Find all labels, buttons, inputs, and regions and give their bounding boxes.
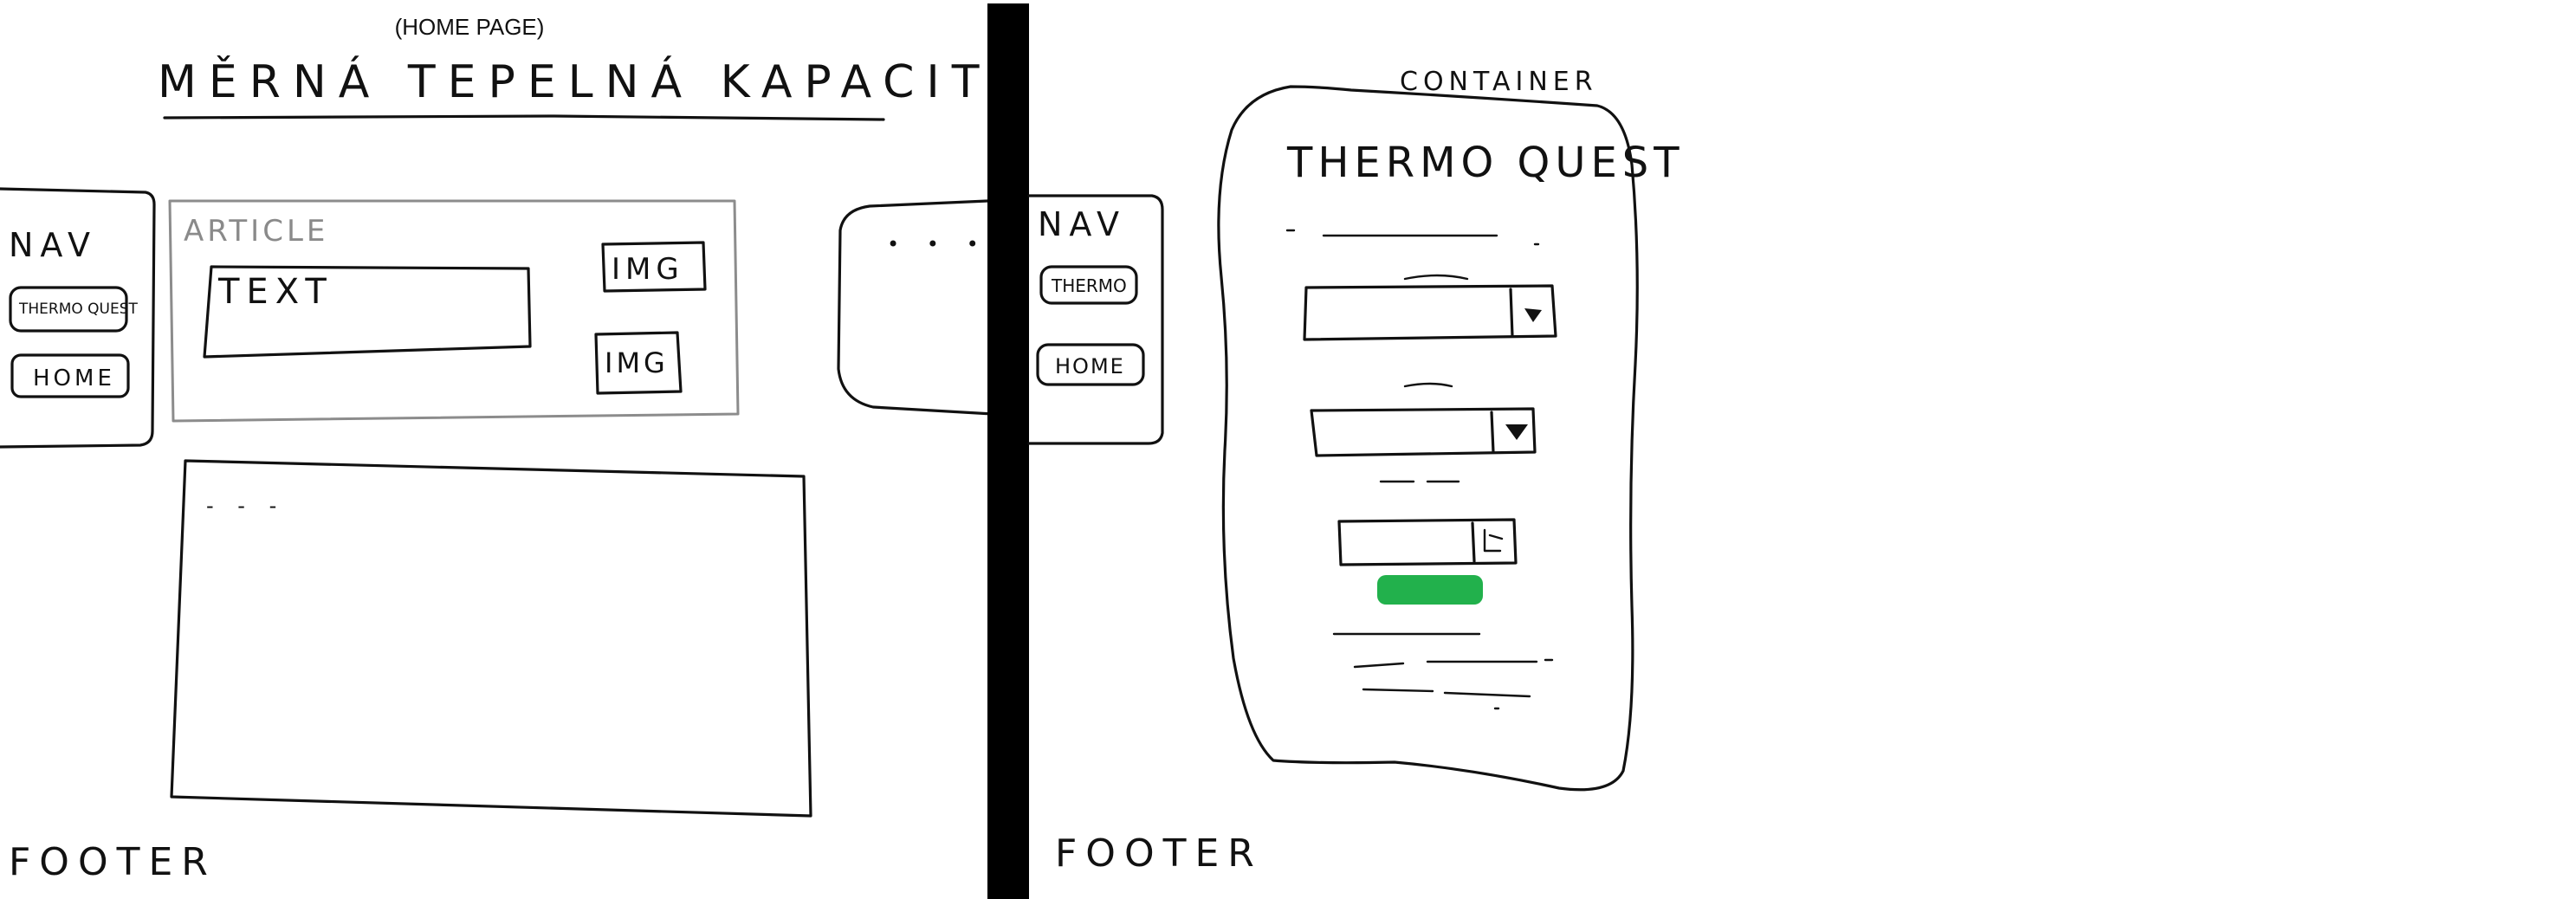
nav-button-home-right-label: HOME [1055, 354, 1125, 378]
container-label: CONTAINER [1400, 67, 1598, 97]
dropdown-field-2[interactable] [1310, 407, 1537, 457]
dropdown-field-1[interactable] [1303, 284, 1557, 341]
nav-button-home[interactable]: HOME [10, 353, 130, 398]
nav-label-right: NAV [1038, 205, 1126, 243]
wireframe-sketch: (HOME PAGE) MĚRNÁ TEPELNÁ KAPACITA NAV T… [0, 0, 2576, 899]
nav-button-thermo-label: THERMO [1051, 275, 1127, 296]
image-placeholder-2: IMG [594, 331, 683, 395]
article-text-box: TEXT [203, 265, 532, 359]
submit-button[interactable] [1377, 575, 1483, 605]
image-placeholder-1: IMG [601, 241, 707, 293]
nav-button-thermo-quest-label: THERMO QUEST [18, 301, 139, 318]
container-title: THERMO QUEST [1286, 139, 1685, 187]
dropdown-arrow-icon [1524, 308, 1542, 322]
text-line-scribble [1285, 229, 1540, 246]
footer-label-right: FOOTER [1055, 831, 1263, 876]
sketch-canvas: (HOME PAGE) MĚRNÁ TEPELNÁ KAPACITA NAV T… [0, 3, 1685, 899]
home-page-label: (HOME PAGE) [395, 14, 545, 40]
field-label-scribble [1403, 274, 1469, 281]
nav-button-home-label: HOME [33, 365, 115, 391]
bottom-text-line-3 [1362, 688, 1531, 698]
field-label-scribble-2 [1403, 382, 1453, 388]
title-underline [163, 114, 885, 121]
nav-button-thermo-quest[interactable]: THERMO QUEST [9, 286, 139, 333]
bottom-text-line-2 [1353, 658, 1554, 669]
article-label: ARTICLE [184, 214, 328, 249]
stepper-icon [1483, 528, 1504, 553]
article-text-label: TEXT [217, 272, 333, 312]
image-placeholder-2-label: IMG [605, 346, 669, 379]
image-placeholder-1-label: IMG [612, 252, 684, 287]
footer-label: FOOTER [9, 840, 217, 884]
nav-button-thermo[interactable]: THERMO [1039, 265, 1138, 305]
form-container [1217, 85, 1639, 792]
number-input[interactable] [1337, 518, 1518, 566]
nav-label: NAV [9, 226, 97, 264]
page-title: MĚRNÁ TEPELNÁ KAPACITA [158, 55, 1031, 108]
side-box-dots: • • • [887, 232, 989, 256]
content-box-placeholder: - - - [206, 494, 285, 518]
nav-button-home-right[interactable]: HOME [1036, 343, 1145, 386]
dropdown-arrow-icon-2 [1505, 424, 1528, 440]
page-divider [987, 3, 1029, 899]
